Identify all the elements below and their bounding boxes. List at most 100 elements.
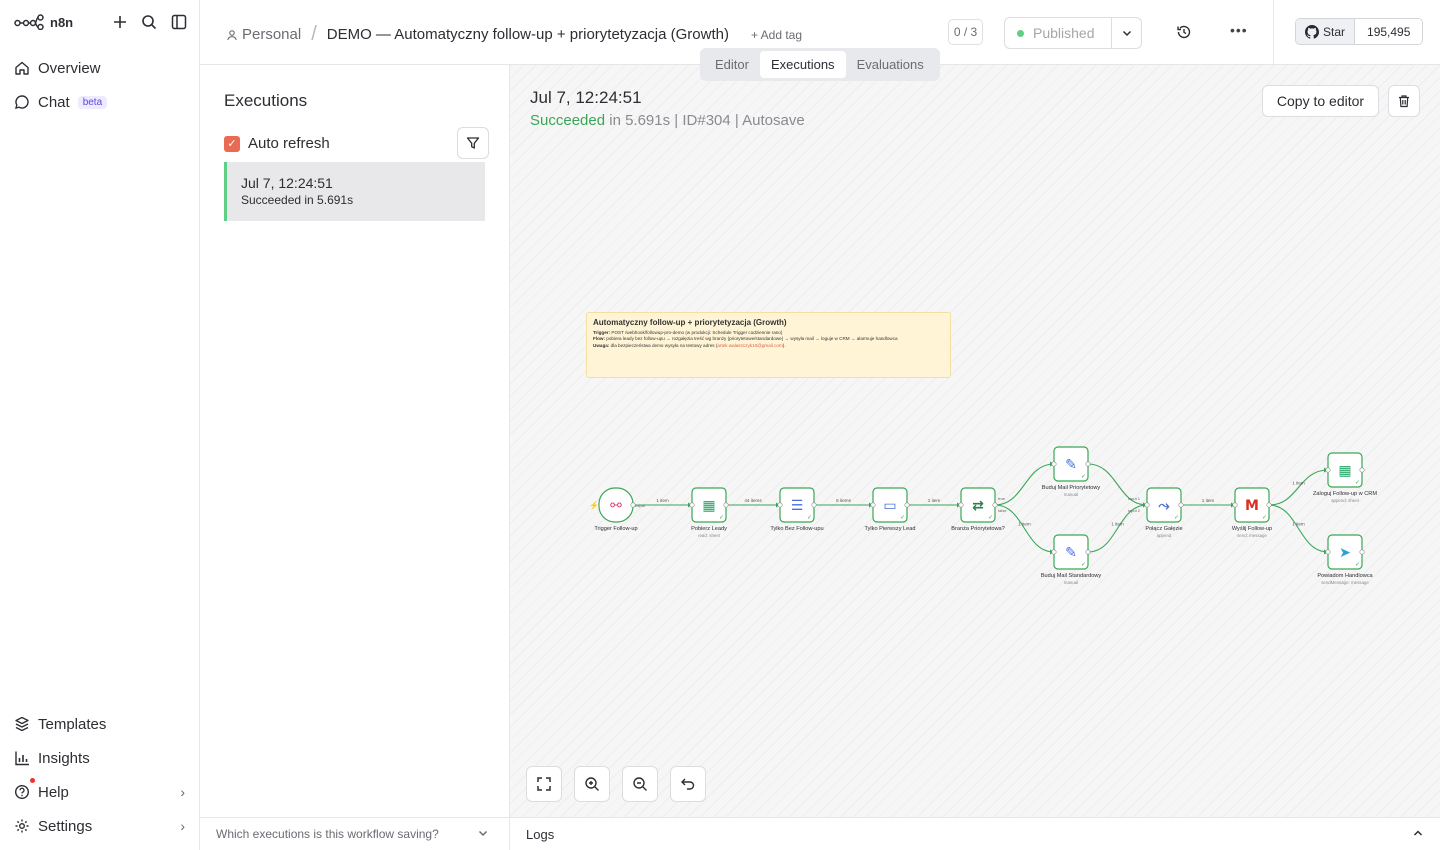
workflow-node-tylkobez[interactable]: ☰✓ Tylko Bez Follow-upu xyxy=(770,487,824,532)
more-options-icon[interactable]: ••• xyxy=(1230,22,1248,38)
workflow-node-powiadom[interactable]: ➤ ✓ Powiadom HandlowcasendMessage: message xyxy=(1317,534,1374,585)
execution-status: Succeeded in 5.691s xyxy=(241,193,354,207)
workflow-node-wyslij[interactable]: M✓ Wyślij Follow-upsend: message xyxy=(1232,487,1272,538)
sidebar-item-label: Templates xyxy=(38,715,107,733)
workflow-node-trigger[interactable]: ⚯ ✓ Trigger Follow-up xyxy=(594,487,638,532)
workflow-connection xyxy=(1268,469,1329,506)
output-port[interactable] xyxy=(904,502,910,508)
tab-executions[interactable]: Executions xyxy=(759,51,846,78)
zoom-in-button[interactable] xyxy=(574,766,610,802)
project-link[interactable]: Personal xyxy=(226,26,301,43)
input-port[interactable] xyxy=(1232,502,1238,508)
home-icon xyxy=(14,60,30,76)
sidebar-item-templates[interactable]: Templates xyxy=(14,712,185,736)
connection-item-count: 1 item xyxy=(1018,522,1031,527)
published-status-dot xyxy=(1017,29,1024,37)
executions-title: Executions xyxy=(224,91,308,110)
execution-list-item[interactable]: Jul 7, 12:24:51 Succeeded in 5.691s xyxy=(224,162,485,221)
plus-icon[interactable] xyxy=(113,15,127,29)
zoom-out-button[interactable] xyxy=(622,766,658,802)
success-check-icon: ✓ xyxy=(1262,514,1267,521)
history-icon[interactable] xyxy=(1176,24,1192,40)
sidebar-item-settings[interactable]: Settings › xyxy=(14,814,185,838)
success-check-icon: ✓ xyxy=(1355,479,1360,486)
node-label: Połącz Gałęzie xyxy=(1145,526,1182,532)
output-port[interactable] xyxy=(1359,549,1365,555)
sidebar-item-label: Chat xyxy=(38,93,70,111)
sheets-icon: ▦ xyxy=(702,498,715,514)
sidebar-item-help[interactable]: Help › xyxy=(14,778,185,804)
output-port[interactable] xyxy=(992,502,998,508)
saving-question: Which executions is this workflow saving… xyxy=(216,827,439,841)
workflow-node-zaloguj[interactable]: ▦ ✓ Zaloguj Follow-up w CRMappend: sheet xyxy=(1313,452,1377,503)
add-tag-button[interactable]: + Add tag xyxy=(751,28,802,42)
help-icon xyxy=(14,784,30,800)
input-port[interactable] xyxy=(958,502,964,508)
node-label: Pobierz Leady xyxy=(691,526,727,532)
filter-icon xyxy=(466,137,480,149)
output-port[interactable] xyxy=(1266,502,1272,508)
tab-evaluations[interactable]: Evaluations xyxy=(846,51,935,78)
auto-refresh-toggle[interactable]: ✓ Auto refresh xyxy=(224,135,330,152)
sidebar: n8n Overview Chat beta Templates Insight… xyxy=(0,0,200,850)
input-port[interactable] xyxy=(870,502,876,508)
beta-badge: beta xyxy=(77,95,108,109)
input-port[interactable] xyxy=(1325,549,1331,555)
output-port[interactable] xyxy=(811,502,817,508)
workflow-node-polacz[interactable]: ⤳ ✓ Połącz Gałęzieappend xyxy=(1144,487,1184,538)
publish-label: Published xyxy=(1033,25,1095,41)
workflow-node-tylkopierwszy[interactable]: ▭ ✓ Tylko Pierwszy Lead xyxy=(865,487,916,532)
node-label: Tylko Bez Follow-upu xyxy=(770,526,823,532)
connection-item-count: 1 item xyxy=(1111,522,1124,527)
input-port[interactable] xyxy=(1325,467,1331,473)
fit-view-button[interactable] xyxy=(526,766,562,802)
github-star-widget[interactable]: Star 195,495 xyxy=(1295,18,1424,45)
output-port[interactable] xyxy=(630,502,636,508)
filter-button[interactable] xyxy=(457,127,489,159)
execution-saving-settings[interactable]: Which executions is this workflow saving… xyxy=(200,817,510,850)
workflow-name[interactable]: DEMO — Automatyczny follow-up + prioryte… xyxy=(327,26,729,43)
github-star-label: Star xyxy=(1323,24,1346,39)
logs-panel-toggle[interactable]: Logs xyxy=(510,817,1440,850)
input-port[interactable] xyxy=(1051,549,1057,555)
filter-icon: ☰ xyxy=(791,498,804,514)
sidebar-toggle-icon[interactable] xyxy=(171,14,187,30)
success-check-icon: ✓ xyxy=(626,514,631,521)
webhook-icon: ⚯ xyxy=(610,498,622,514)
templates-icon xyxy=(14,716,30,732)
tab-editor[interactable]: Editor xyxy=(704,51,760,78)
workflow-node-branza[interactable]: ⇄ ✓ Branża Priorytetowa? xyxy=(951,487,1005,532)
search-icon[interactable] xyxy=(141,14,157,30)
success-check-icon: ✓ xyxy=(719,514,724,521)
output-port[interactable] xyxy=(1178,502,1184,508)
success-check-icon: ✓ xyxy=(1174,514,1179,521)
input-port[interactable] xyxy=(1144,502,1150,508)
output-port[interactable] xyxy=(1359,467,1365,473)
sidebar-item-chat[interactable]: Chat beta xyxy=(14,90,185,114)
input-port[interactable] xyxy=(689,502,695,508)
header-divider xyxy=(1273,0,1274,65)
reset-zoom-button[interactable] xyxy=(670,766,706,802)
sidebar-item-insights[interactable]: Insights xyxy=(14,746,185,770)
auto-refresh-checkbox[interactable]: ✓ xyxy=(224,135,240,152)
publish-dropdown-button[interactable] xyxy=(1111,17,1142,49)
output-port[interactable] xyxy=(1085,461,1091,467)
node-subtitle: send: message xyxy=(1237,533,1267,538)
workflow-node-pobierz[interactable]: ▦ ✓ Pobierz Leadyread: sheet xyxy=(689,487,729,538)
input-port[interactable] xyxy=(777,502,783,508)
workflow-canvas[interactable]: Jul 7, 12:24:51 Succeeded in 5.691s | ID… xyxy=(510,65,1440,817)
limit-icon: ▭ xyxy=(883,498,896,514)
github-star-button[interactable]: Star xyxy=(1296,19,1356,44)
publish-button[interactable]: Published xyxy=(1004,17,1112,49)
canvas-zoom-controls xyxy=(526,766,706,802)
output-port[interactable] xyxy=(723,502,729,508)
connection-item-count: 1 item xyxy=(656,498,669,503)
workflow-node-buduj2[interactable]: ✎ ✓ Buduj Mail Standardowymanual xyxy=(1041,534,1102,585)
input-port[interactable] xyxy=(1051,461,1057,467)
output-port[interactable] xyxy=(1085,549,1091,555)
node-subtitle: read: sheet xyxy=(698,533,721,538)
sidebar-item-overview[interactable]: Overview xyxy=(14,56,185,80)
zoom-out-icon xyxy=(633,777,647,791)
node-subtitle: manual xyxy=(1064,492,1078,497)
workflow-node-buduj1[interactable]: ✎ ✓ Buduj Mail Priorytetowymanual xyxy=(1042,446,1101,497)
